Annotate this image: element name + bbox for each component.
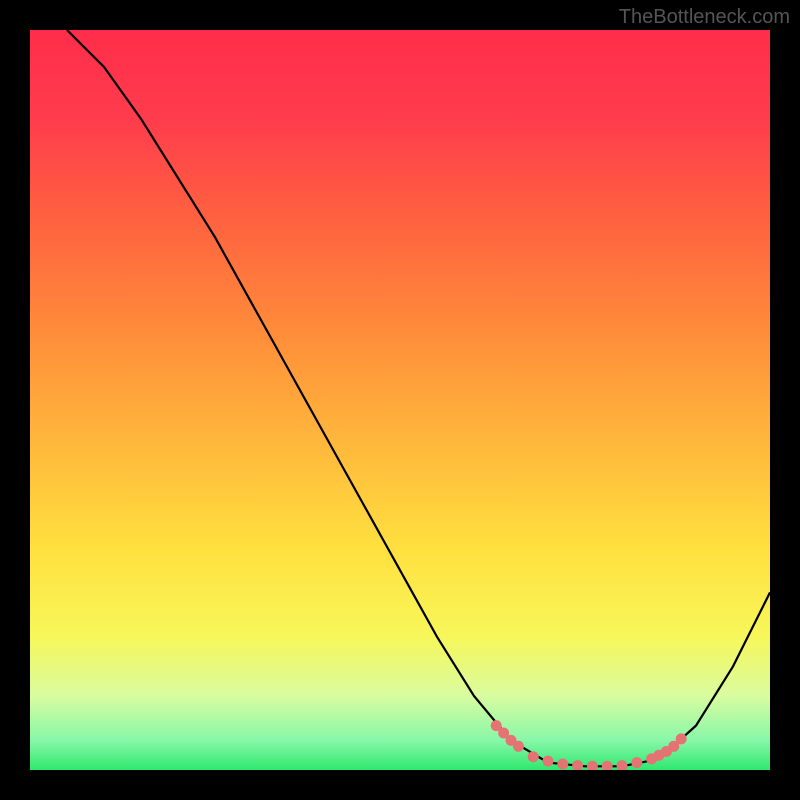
chart-container: TheBottleneck.com xyxy=(0,0,800,800)
highlight-dot xyxy=(557,759,568,770)
gradient-background xyxy=(30,30,770,770)
plot-area xyxy=(30,30,770,770)
highlight-dot xyxy=(543,756,554,767)
highlight-dot xyxy=(513,741,524,752)
watermark-text: TheBottleneck.com xyxy=(619,6,790,29)
highlight-dot xyxy=(631,757,642,768)
highlight-dot xyxy=(676,733,687,744)
highlight-dot xyxy=(528,751,539,762)
chart-svg xyxy=(30,30,770,770)
